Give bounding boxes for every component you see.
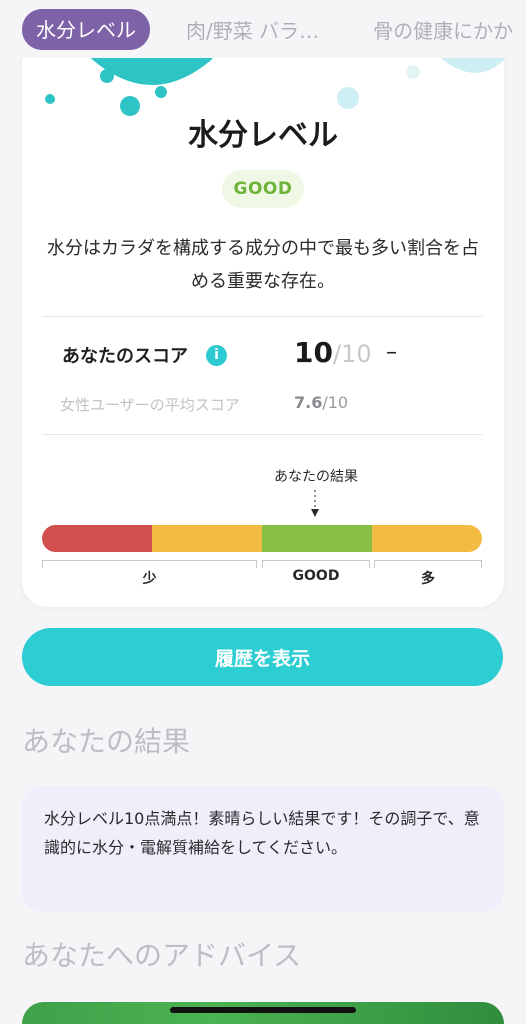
result-marker-label: あなたの結果 — [274, 469, 358, 485]
level-segment-mid — [152, 525, 262, 552]
score-card: 水分レベル GOOD 水分はカラダを構成する成分の中で最も多い割合を占める重要な… — [22, 20, 504, 607]
scale-label-high: 多 — [421, 571, 435, 587]
result-message-box: 水分レベル10点満点！素晴らしい結果です！その調子で、意識的に水分・電解質補給を… — [22, 786, 504, 912]
scale-bracket-good — [262, 560, 370, 568]
advice-image — [22, 1002, 504, 1024]
average-score-label: 女性ユーザーの平均スコア — [60, 396, 240, 414]
tab-bone-health[interactable]: 骨の健康にかか — [373, 15, 513, 44]
divider — [42, 434, 482, 435]
level-segment-low — [42, 525, 152, 552]
scale-label-low: 少 — [142, 571, 157, 587]
card-title: 水分レベル — [188, 118, 338, 153]
advice-section-title: あなたへのアドバイス — [22, 939, 302, 972]
info-icon[interactable]: i — [206, 345, 227, 366]
scale-label-good: GOOD — [292, 568, 340, 584]
arrow-down-icon — [311, 490, 319, 517]
divider — [42, 316, 482, 317]
level-segment-high — [372, 525, 482, 552]
level-bar — [42, 525, 482, 552]
score-label: あなたのスコア — [62, 346, 188, 367]
show-history-button[interactable]: 履歴を表示 — [22, 628, 503, 686]
average-score-value: 7.6/10 — [294, 393, 348, 412]
tab-meat-vegetable-balance[interactable]: 肉/野菜 バラ… — [186, 15, 319, 44]
level-segment-good — [262, 525, 372, 552]
score-change: – — [386, 340, 397, 365]
scale-bracket-high — [374, 560, 482, 568]
score-number: 10 — [294, 336, 333, 369]
category-tab-bar: 水分レベル 肉/野菜 バラ… 骨の健康にかか — [0, 0, 526, 58]
tab-hydration[interactable]: 水分レベル — [22, 8, 150, 50]
score-max: /10 — [332, 340, 372, 368]
result-section-title: あなたの結果 — [22, 725, 191, 758]
status-badge: GOOD — [222, 170, 304, 208]
average-score-number: 7.6 — [294, 393, 323, 412]
home-indicator — [170, 1007, 356, 1013]
scale-bracket-low — [42, 560, 257, 568]
description-text: 水分はカラダを構成する成分の中で最も多い割合を占める重要な存在。 — [47, 238, 479, 292]
average-score-max: /10 — [322, 393, 349, 412]
score-value: 10 /10 — [294, 336, 372, 369]
